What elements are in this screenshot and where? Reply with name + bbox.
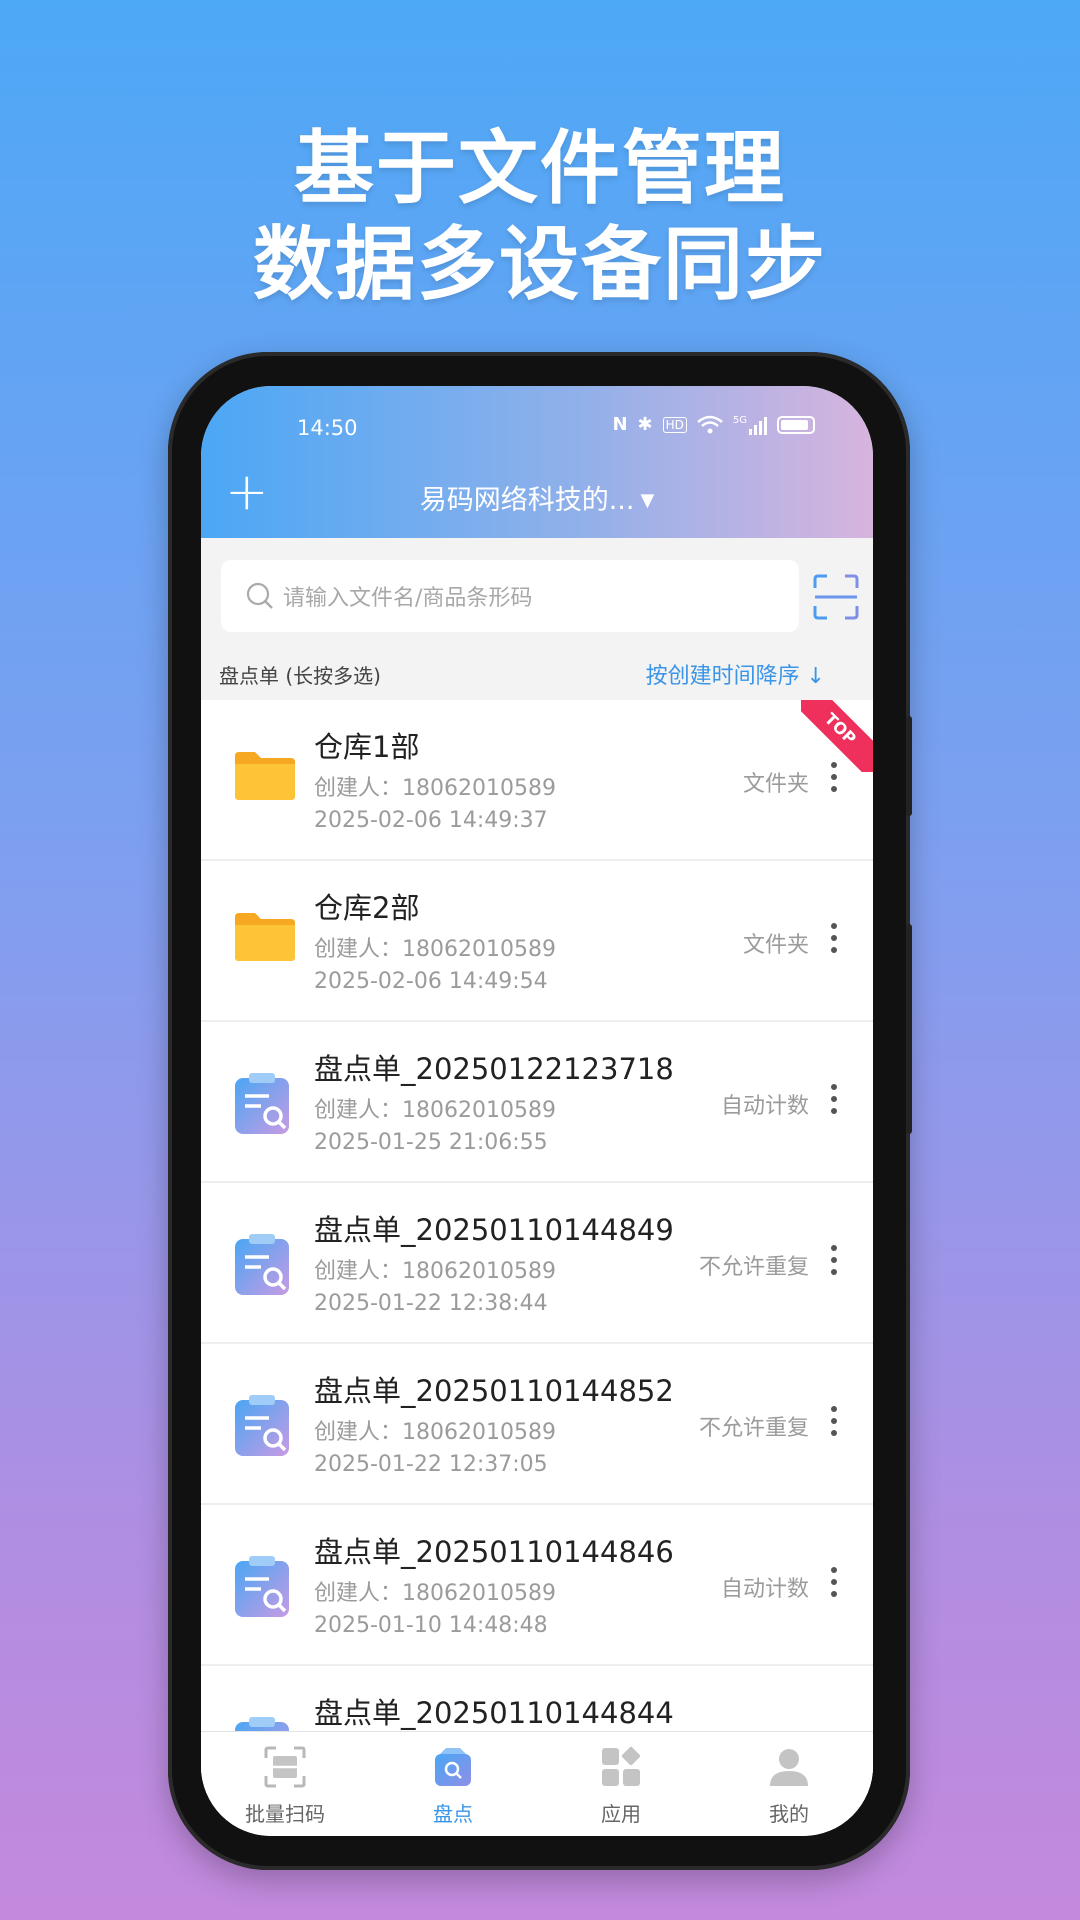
search-input[interactable]: 请输入文件名/商品条形码: [221, 560, 799, 632]
signal-icon: 5G: [733, 415, 767, 435]
item-type: 自动计数: [720, 1577, 809, 1602]
scan-icon[interactable]: [813, 574, 859, 620]
item-time: 2025-02-06 14:49:37: [314, 808, 548, 833]
status-time: 14:50: [297, 416, 358, 440]
company-name: 易码网络科技的...: [419, 485, 635, 516]
item-creator: 创建人：18062010589: [314, 1259, 556, 1284]
tab-batch-scan[interactable]: 批量扫码: [201, 1732, 369, 1836]
phone-screen: 14:50 N ✱ HD 5G + 易码网络科技的... ▼ 请输入文件名/商品条…: [201, 386, 873, 1836]
item-time: 2025-01-10 14:48:48: [314, 1613, 548, 1638]
user-icon: [770, 1749, 808, 1786]
battery-icon: [777, 415, 815, 434]
more-options-icon[interactable]: [831, 1406, 837, 1442]
folder-icon: [233, 911, 297, 967]
item-type: 自动计数: [720, 1094, 809, 1119]
top-badge: TOP: [801, 700, 873, 772]
item-type: 不允许重复: [698, 1255, 809, 1280]
item-creator: 创建人：18062010589: [314, 937, 556, 962]
item-name: 盘点单_20250110144849: [314, 1213, 674, 1247]
clipboard-search-icon: [233, 1394, 293, 1462]
search-placeholder: 请输入文件名/商品条形码: [283, 586, 533, 611]
phone-power-button: [906, 924, 912, 1134]
top-badge-label: TOP: [801, 700, 873, 772]
item-time: 2025-02-06 14:49:54: [314, 969, 548, 994]
list-section-label: 盘点单 (长按多选): [219, 664, 381, 688]
nfc-icon: N: [612, 414, 628, 435]
item-time: 2025-01-22 12:37:05: [314, 1452, 548, 1477]
apps-icon: [602, 1746, 641, 1786]
more-options-icon[interactable]: [831, 1084, 837, 1120]
list-item[interactable]: 盘点单_20250110144852 创建人：18062010589 2025-01…: [201, 1344, 873, 1505]
list-item[interactable]: 盘点单_20250110144849 创建人：18062010589 2025-01…: [201, 1183, 873, 1344]
item-type: 文件夹: [742, 772, 809, 797]
list-item[interactable]: 盘点单_20250110144846 创建人：18062010589 2025-01…: [201, 1505, 873, 1666]
search-icon: [246, 582, 273, 609]
app-header: 14:50 N ✱ HD 5G + 易码网络科技的... ▼: [201, 386, 873, 538]
tab-mine-label: 我的: [769, 1802, 809, 1826]
more-options-icon[interactable]: [831, 1245, 837, 1281]
list-item[interactable]: 仓库1部创建人：18062010589 2025-02-06 14:49:37 文件…: [201, 700, 873, 861]
item-type: 不允许重复: [698, 1416, 809, 1441]
caret-down-icon: ▼: [640, 490, 655, 511]
item-creator: 创建人：18062010589: [314, 1098, 556, 1123]
item-name: 仓库1部: [314, 730, 420, 764]
item-time: 2025-01-22 12:38:44: [314, 1291, 548, 1316]
folder-icon: [233, 750, 297, 806]
item-creator: 创建人：18062010589: [314, 1581, 556, 1606]
item-name: 盘点单_20250110144844: [314, 1696, 674, 1730]
list-item[interactable]: 盘点单_20250122123718 创建人：18062010589 2025-01…: [201, 1022, 873, 1183]
clipboard-search-icon: [233, 1233, 293, 1301]
item-time: 2025-01-25 21:06:55: [314, 1130, 548, 1155]
banner-line-2: 数据多设备同步: [253, 218, 827, 311]
tab-apps[interactable]: 应用: [537, 1732, 705, 1836]
scan-icon: [264, 1746, 306, 1788]
status-icons: N ✱ HD 5G: [612, 414, 815, 435]
item-name: 盘点单_20250110144846: [314, 1535, 674, 1569]
phone-volume-button: [906, 716, 912, 816]
item-type: 文件夹: [742, 933, 809, 958]
item-creator: 创建人：18062010589: [314, 776, 556, 801]
clipboard-search-icon: [233, 1072, 293, 1140]
more-options-icon[interactable]: [831, 1567, 837, 1603]
item-name: 仓库2部: [314, 891, 420, 925]
tab-inventory-label: 盘点: [433, 1802, 473, 1826]
item-creator: 创建人：18062010589: [314, 1420, 556, 1445]
tab-batch-scan-label: 批量扫码: [245, 1802, 325, 1826]
list-item[interactable]: 仓库2部创建人：18062010589 2025-02-06 14:49:54 文件…: [201, 861, 873, 1022]
file-list: 仓库1部创建人：18062010589 2025-02-06 14:49:37 文件…: [201, 700, 873, 1827]
tab-inventory[interactable]: 盘点: [369, 1732, 537, 1836]
bluetooth-icon: ✱: [637, 414, 653, 435]
wifi-icon: [697, 415, 723, 433]
item-name: 盘点单_20250122123718: [314, 1052, 674, 1086]
tab-apps-label: 应用: [601, 1802, 641, 1826]
clipboard-search-icon: [233, 1555, 293, 1623]
sort-toggle[interactable]: 按创建时间降序 ↓: [646, 658, 825, 690]
more-options-icon[interactable]: [831, 923, 837, 959]
tab-mine[interactable]: 我的: [705, 1732, 873, 1836]
bottom-tab-bar: 批量扫码 盘点 应用 我的: [201, 1731, 873, 1836]
inventory-icon: [435, 1748, 471, 1786]
company-selector[interactable]: 易码网络科技的... ▼: [201, 478, 873, 517]
item-name: 盘点单_20250110144852: [314, 1374, 674, 1408]
hd-icon: HD: [662, 416, 687, 433]
